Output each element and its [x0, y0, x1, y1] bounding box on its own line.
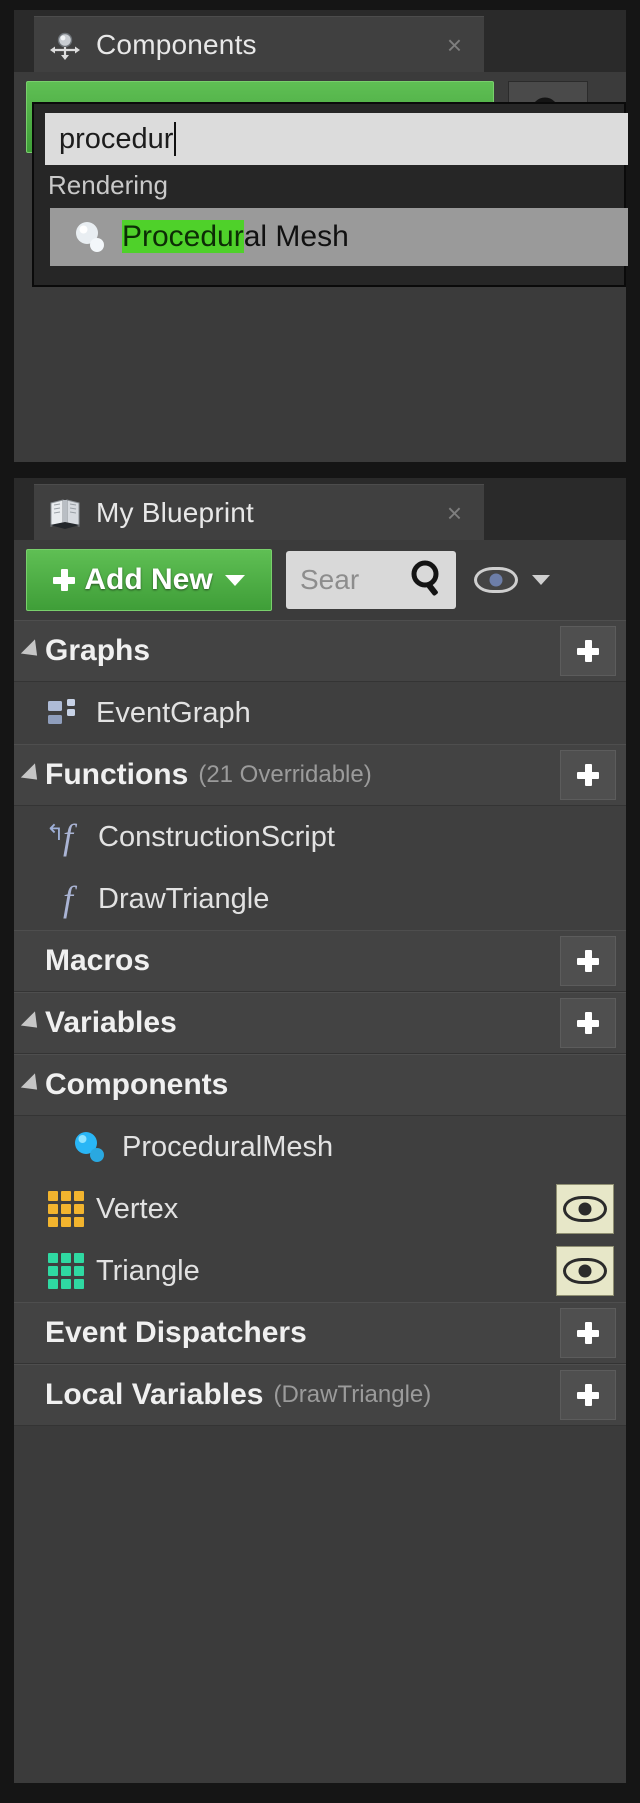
tab-components[interactable]: Components × — [34, 16, 484, 72]
tree-item-label: ProceduralMesh — [122, 1130, 334, 1163]
tree-section-functions[interactable]: Functions (21 Overridable) — [14, 744, 626, 806]
section-label: Variables — [45, 1006, 177, 1039]
event-graph-icon — [48, 698, 84, 728]
visibility-filter-button[interactable] — [474, 567, 550, 593]
close-icon[interactable]: × — [447, 32, 462, 58]
eye-icon — [563, 1258, 607, 1284]
section-label: Local Variables — [45, 1378, 264, 1411]
array-grid-icon — [48, 1191, 84, 1227]
section-label: Components — [45, 1068, 229, 1101]
tree-item-proceduralmesh[interactable]: ProceduralMesh — [14, 1116, 626, 1178]
plus-icon — [577, 640, 599, 662]
tree-item-constructionscript[interactable]: ↰ f ConstructionScript — [14, 806, 626, 868]
dropdown-item-procedural-mesh[interactable]: Procedural Mesh — [50, 208, 628, 266]
move-gizmo-icon — [48, 28, 82, 62]
blueprint-book-icon — [48, 496, 82, 530]
section-label: Functions — [45, 758, 189, 791]
section-sublabel: (DrawTriangle) — [273, 1381, 432, 1408]
tree-item-label: ConstructionScript — [98, 820, 335, 853]
add-new-label: Add New — [84, 563, 213, 596]
plus-icon — [53, 569, 76, 591]
tree-item-label: Vertex — [96, 1192, 179, 1225]
dropdown-category-rendering: Rendering — [48, 170, 168, 200]
component-search-input[interactable]: procedur — [45, 113, 628, 165]
plus-icon — [577, 950, 599, 972]
eye-icon — [563, 1196, 607, 1222]
add-component-dropdown: procedur Rendering Procedural Mesh — [32, 102, 628, 287]
add-functions-button[interactable] — [560, 750, 616, 800]
tree-item-drawtriangle[interactable]: f DrawTriangle — [14, 868, 626, 930]
my-blueprint-toolbar: Add New Sear — [14, 540, 626, 620]
text-caret — [174, 122, 177, 156]
add-new-button[interactable]: Add New — [26, 549, 272, 611]
eye-icon — [474, 567, 518, 593]
section-label: Graphs — [45, 634, 151, 667]
tree-item-label: DrawTriangle — [98, 882, 270, 915]
plus-icon — [577, 764, 599, 786]
array-grid-icon — [48, 1253, 84, 1289]
construction-script-icon: ↰ f — [46, 817, 73, 857]
section-label: Macros — [45, 944, 151, 977]
tree-section-macros[interactable]: Macros — [14, 930, 626, 992]
components-panel: Components × Add Component p — [14, 10, 628, 462]
tree-section-local-variables[interactable]: Local Variables (DrawTriangle) — [14, 1364, 626, 1426]
tree-section-components[interactable]: Components — [14, 1054, 626, 1116]
blueprint-editor-sidebar: Components × Add Component p — [0, 0, 640, 1803]
match-rest: al Mesh — [243, 220, 349, 253]
search-placeholder: Sear — [300, 564, 360, 595]
add-variables-button[interactable] — [560, 998, 616, 1048]
add-graphs-button[interactable] — [560, 626, 616, 676]
my-blueprint-panel: My Blueprint × Add New Sear Graphs Event… — [14, 478, 626, 1783]
dropdown-item-label: Procedural Mesh — [122, 220, 349, 254]
tree-section-variables[interactable]: Variables — [14, 992, 626, 1054]
visibility-toggle-triangle[interactable] — [556, 1246, 614, 1296]
plus-icon — [577, 1322, 599, 1344]
chevron-down-icon — [224, 574, 245, 586]
expand-arrow-icon[interactable] — [20, 1011, 45, 1035]
tree-empty-area — [14, 1426, 626, 1783]
tree-item-vertex[interactable]: Vertex — [14, 1178, 626, 1240]
my-blueprint-search-input[interactable]: Sear — [286, 551, 456, 609]
expand-arrow-icon[interactable] — [20, 763, 45, 787]
visibility-toggle-vertex[interactable] — [556, 1184, 614, 1234]
match-highlight: Procedur — [122, 220, 244, 253]
tab-my-blueprint[interactable]: My Blueprint × — [34, 484, 484, 540]
add-macros-button[interactable] — [560, 936, 616, 986]
tree-item-triangle[interactable]: Triangle — [14, 1240, 626, 1302]
section-sublabel: (21 Overridable) — [198, 761, 372, 788]
component-search-value: procedur — [59, 122, 174, 155]
search-icon — [408, 558, 448, 603]
add-local-variables-button[interactable] — [560, 1370, 616, 1420]
tree-section-event-dispatchers[interactable]: Event Dispatchers — [14, 1302, 626, 1364]
chevron-down-icon — [532, 575, 550, 585]
plus-icon — [577, 1384, 599, 1406]
section-label: Event Dispatchers — [45, 1316, 307, 1349]
procedural-mesh-icon — [70, 217, 110, 257]
tree-item-eventgraph[interactable]: EventGraph — [14, 682, 626, 744]
tree-section-graphs[interactable]: Graphs — [14, 620, 626, 682]
expand-arrow-icon[interactable] — [20, 639, 45, 663]
tab-my-blueprint-label: My Blueprint — [96, 496, 255, 528]
close-icon[interactable]: × — [447, 500, 462, 526]
my-blueprint-tree: Graphs EventGraph Functions (21 Overridable… — [14, 620, 626, 1426]
expand-arrow-icon[interactable] — [20, 1073, 45, 1097]
tree-item-label: EventGraph — [96, 696, 251, 729]
procedural-mesh-icon — [70, 1127, 110, 1167]
my-blueprint-tabstrip: My Blueprint × — [14, 478, 626, 540]
tab-components-label: Components — [96, 28, 257, 60]
components-tabstrip: Components × — [14, 10, 626, 72]
plus-icon — [577, 1012, 599, 1034]
tree-item-label: Triangle — [96, 1254, 200, 1287]
add-event-dispatchers-button[interactable] — [560, 1308, 616, 1358]
function-icon: f — [62, 879, 73, 919]
